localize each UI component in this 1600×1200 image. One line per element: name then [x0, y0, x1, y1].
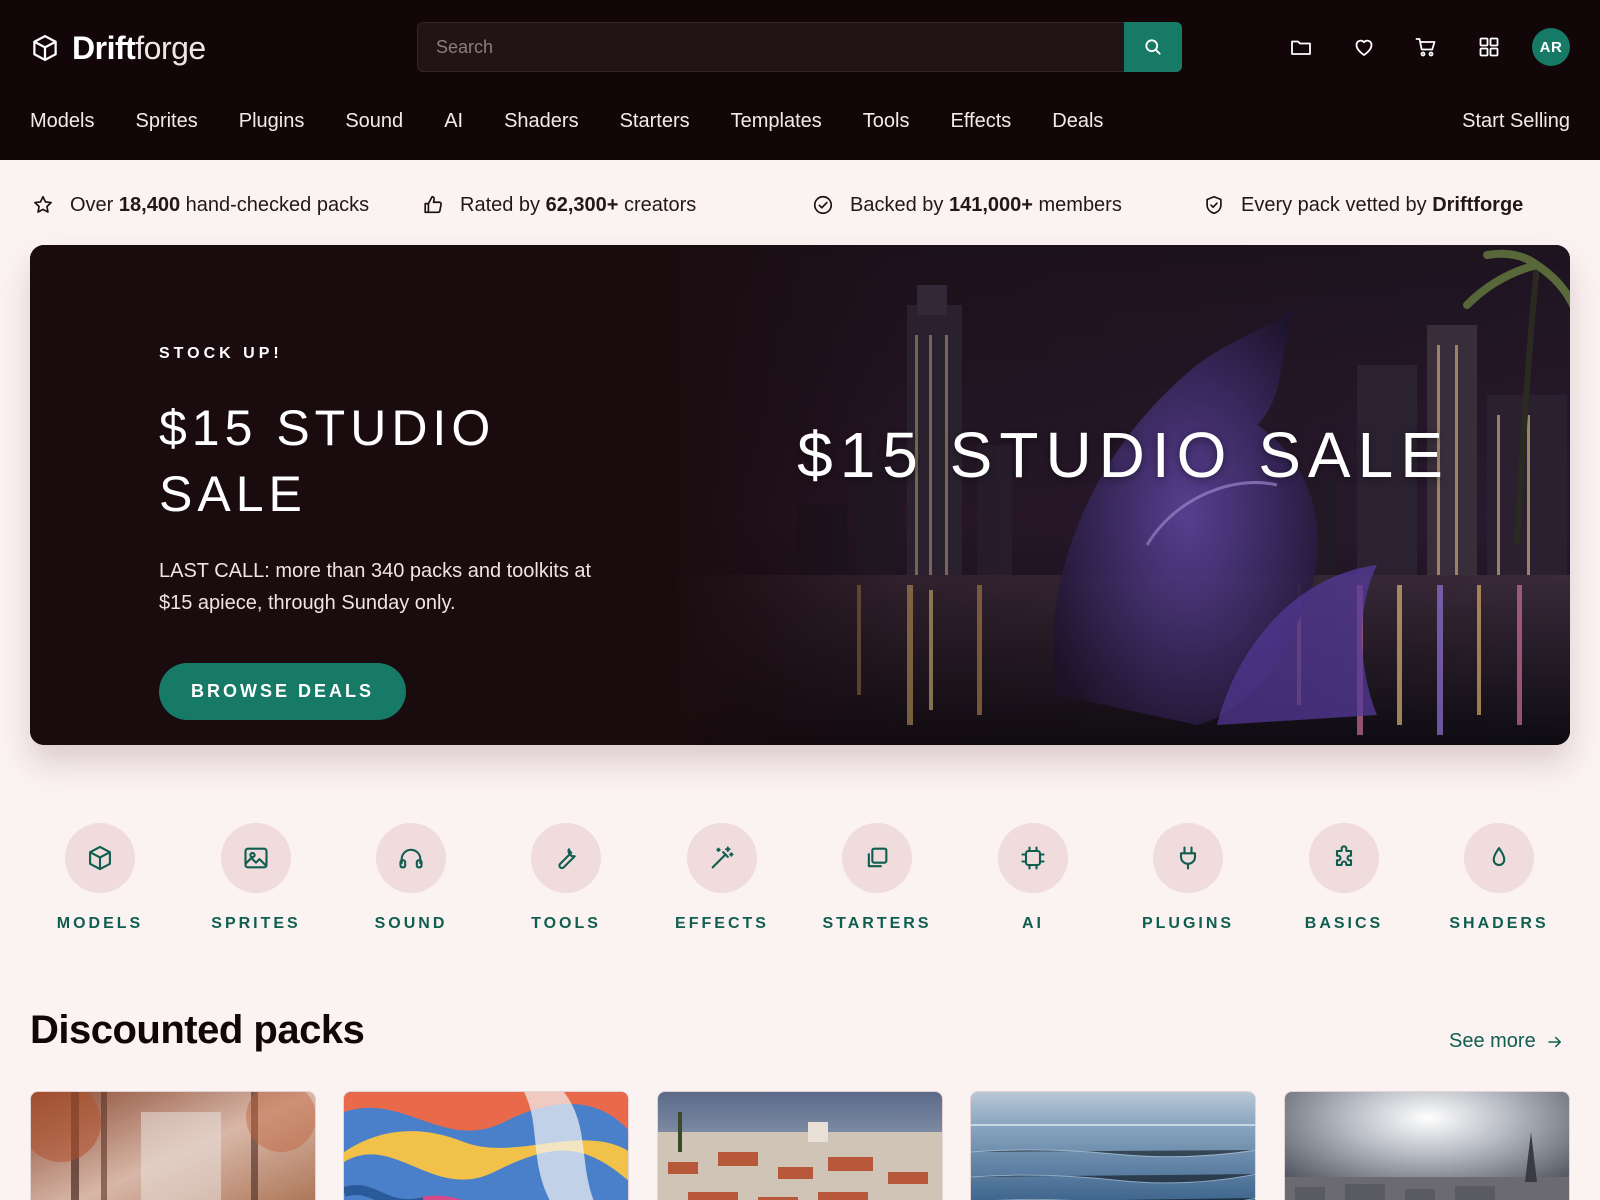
wrench-icon [558, 848, 576, 870]
see-more-link[interactable]: See more [1449, 1030, 1564, 1053]
category-sound[interactable]: SOUND [336, 823, 486, 933]
nav-item-effects[interactable]: Effects [950, 110, 1011, 140]
trust-text-vetted: Every pack vetted by Driftforge [1241, 193, 1524, 216]
hero-image: $15 STUDIO SALE [677, 245, 1570, 745]
search-bar [417, 22, 1182, 72]
hero-night-city-scene [677, 245, 1570, 745]
trust-text-packs: Over 18,400 hand-checked packs [70, 193, 370, 216]
category-tools[interactable]: TOOLS [491, 823, 641, 933]
nav-item-sound[interactable]: Sound [345, 110, 403, 140]
wishlist-button[interactable] [1351, 34, 1377, 60]
trust-item-packs: Over 18,400 hand-checked packs [32, 190, 369, 220]
see-more-label: See more [1449, 1030, 1536, 1052]
thumbs-up-icon [424, 195, 442, 214]
pack-thumbnail-sea [971, 1092, 1255, 1200]
search-icon [1145, 39, 1161, 55]
nav-item-plugins[interactable]: Plugins [239, 110, 305, 140]
category-effects[interactable]: EFFECTS [647, 823, 797, 933]
check-circle-icon [813, 195, 833, 215]
user-avatar[interactable]: AR [1532, 28, 1570, 66]
hero-title: $15 STUDIO SALE [159, 400, 496, 522]
magic-wand-icon [711, 846, 734, 869]
hero-banner: STOCK UP! $15 STUDIO SALE LAST CALL: mor… [30, 245, 1570, 745]
category-sprites[interactable]: SPRITES [181, 823, 331, 933]
trust-item-rating: Rated by 62,300+ creators [422, 190, 696, 220]
hero-text-panel: STOCK UP! $15 STUDIO SALE LAST CALL: mor… [30, 245, 677, 745]
nav-item-starters[interactable]: Starters [620, 110, 690, 140]
category-label: AI [1022, 915, 1044, 932]
top-header: Driftforge AR Models Sprites Plugins Sou… [0, 0, 1600, 160]
nav-item-templates[interactable]: Templates [731, 110, 822, 140]
nav-item-models[interactable]: Models [30, 110, 94, 140]
nav-item-ai[interactable]: AI [444, 110, 463, 140]
pack-thumbnail-paris [1285, 1092, 1569, 1200]
cube-icon [89, 845, 111, 871]
category-label: SPRITES [211, 915, 301, 932]
cart-button[interactable] [1413, 34, 1439, 60]
folder-button[interactable] [1288, 34, 1314, 60]
category-basics[interactable]: BASICS [1269, 823, 1419, 933]
pack-card[interactable] [657, 1091, 943, 1200]
droplet-icon [1492, 847, 1506, 866]
trust-text-rating: Rated by 62,300+ creators [460, 193, 697, 216]
category-label: STARTERS [822, 915, 932, 932]
section-title: Discounted packs [30, 1008, 365, 1052]
heart-icon [1355, 39, 1373, 56]
category-models[interactable]: MODELS [25, 823, 175, 933]
nav-item-tools[interactable]: Tools [863, 110, 910, 140]
trust-item-vetted: Every pack vetted by Driftforge [1203, 190, 1523, 220]
copy-icon [867, 847, 888, 868]
folder-icon [1291, 40, 1311, 55]
main-nav: Models Sprites Plugins Sound AI Shaders … [30, 110, 1144, 140]
logo-text-bold: Drift [72, 29, 136, 66]
logo[interactable]: Drift forge [30, 30, 206, 66]
pack-thumbnail-city [658, 1092, 942, 1200]
category-label: MODELS [56, 915, 144, 932]
plug-icon [1179, 846, 1197, 870]
category-ai[interactable]: AI [958, 823, 1108, 933]
hero-eyebrow: STOCK UP! [159, 345, 283, 362]
category-label: TOOLS [531, 915, 601, 932]
puzzle-icon [1335, 845, 1353, 867]
category-label: EFFECTS [675, 915, 769, 932]
start-selling-link[interactable]: Start Selling [1462, 110, 1570, 133]
headphones-icon [399, 848, 423, 869]
trust-text-members: Backed by 141,000+ members [850, 193, 1122, 216]
browse-deals-button[interactable]: BROWSE DEALS [159, 663, 406, 720]
category-label: BASICS [1304, 915, 1384, 932]
category-label: PLUGINS [1141, 915, 1235, 932]
search-button[interactable] [1124, 22, 1182, 72]
nav-item-deals[interactable]: Deals [1052, 110, 1103, 140]
category-starters[interactable]: STARTERS [802, 823, 952, 933]
pack-card[interactable] [343, 1091, 629, 1200]
arrow-right-icon [1547, 1036, 1561, 1047]
pack-card[interactable] [970, 1091, 1256, 1200]
search-input[interactable] [418, 23, 1123, 71]
hero-image-title: $15 STUDIO SALE [797, 419, 1450, 491]
star-icon [34, 195, 52, 213]
category-label: SOUND [374, 915, 448, 932]
pack-card[interactable] [1284, 1091, 1570, 1200]
grid-icon [1479, 37, 1499, 57]
category-label: SHADERS [1449, 915, 1549, 932]
cube-logo-icon [33, 35, 57, 61]
pack-thumbnail-paint [344, 1092, 628, 1200]
nav-item-sprites[interactable]: Sprites [135, 110, 197, 140]
cart-icon [1415, 38, 1436, 57]
chip-icon [1021, 846, 1045, 870]
category-plugins[interactable]: PLUGINS [1113, 823, 1263, 933]
hero-description: LAST CALL: more than 340 packs and toolk… [159, 560, 592, 614]
shield-check-icon [1206, 195, 1222, 215]
apps-button[interactable] [1476, 34, 1502, 60]
pack-card[interactable] [30, 1091, 316, 1200]
nav-item-shaders[interactable]: Shaders [504, 110, 579, 140]
trust-item-members: Backed by 141,000+ members [812, 190, 1122, 220]
image-icon [244, 847, 268, 869]
pack-thumbnail-forest [31, 1092, 315, 1200]
category-shaders[interactable]: SHADERS [1424, 823, 1574, 933]
logo-text-light: forge [135, 29, 206, 66]
